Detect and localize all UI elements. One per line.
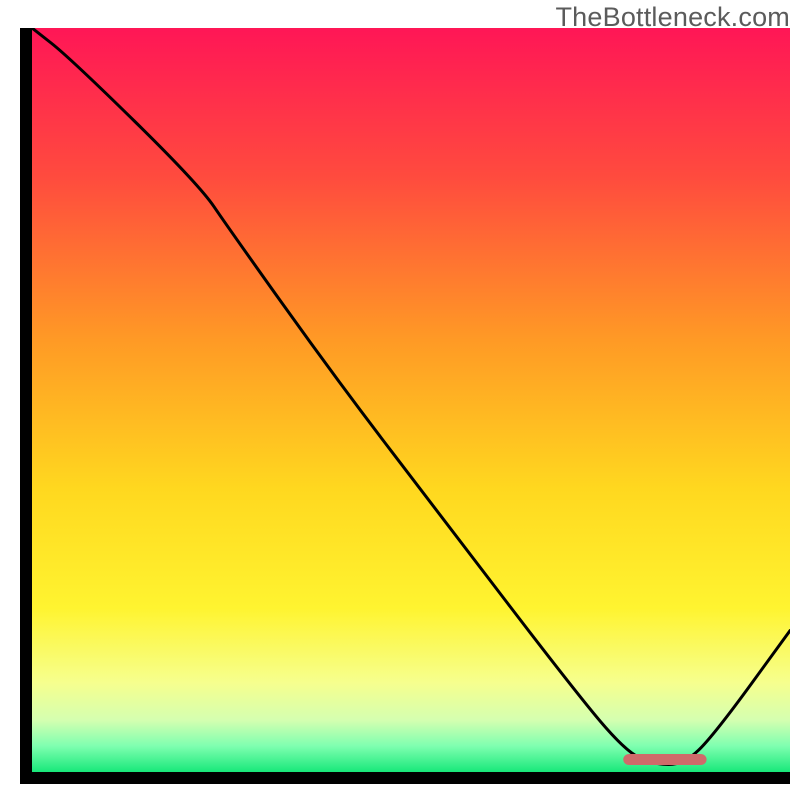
plot-area	[32, 28, 790, 772]
gradient-background	[32, 28, 790, 772]
optimal-range-marker	[623, 754, 706, 765]
y-axis-bar	[20, 28, 32, 784]
x-axis-bar	[20, 772, 790, 784]
chart-frame: TheBottleneck.com	[0, 0, 800, 800]
